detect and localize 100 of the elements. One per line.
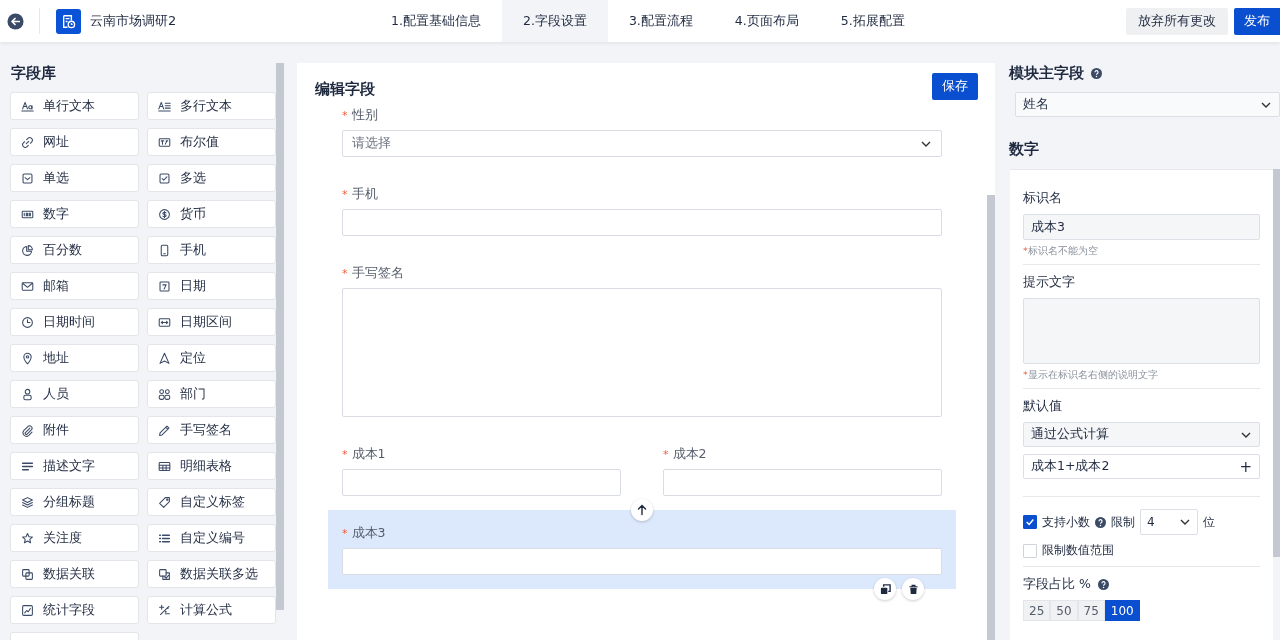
field-type-item[interactable]: 分组标题 [10,488,139,516]
linked-check-icon [158,567,171,581]
width-option[interactable]: 75 [1077,600,1105,621]
input-field[interactable] [342,469,621,496]
person-icon [21,387,34,401]
field-type-item[interactable]: 地址 [10,344,139,372]
group-icon [158,387,171,401]
field-label: 手写签名 [351,264,404,282]
field-type-item[interactable]: 手机 [147,236,276,264]
save-button[interactable]: 保存 [932,73,978,100]
field-type-item[interactable]: 日期区间 [147,308,276,336]
field-type-item[interactable]: 自定义标签 [147,488,276,516]
required-mark: * [663,447,669,461]
field-type-item[interactable]: 多选 [147,164,276,192]
input-field[interactable] [342,548,942,575]
field-label: 成本3 [351,524,386,542]
copy-button[interactable] [874,578,896,600]
app-title: 云南市场调研2 [90,12,177,30]
field-type-item[interactable]: 定位 [147,344,276,372]
pencil-icon [158,423,171,437]
add-icon[interactable]: + [1239,457,1252,476]
field-type-item[interactable]: 计算公式 [147,596,276,624]
toggle-box-icon [158,135,171,149]
field-type-item[interactable]: 布尔值 [147,128,276,156]
width-option[interactable]: 50 [1050,600,1078,621]
help-icon[interactable] [1097,579,1109,590]
step-tab[interactable]: 5.拓展配置 [819,0,926,42]
field-type-item[interactable]: 手写签名 [147,416,276,444]
field-type-item[interactable]: 单行文本 [10,92,139,120]
scrollbar[interactable] [1273,169,1280,557]
delete-button[interactable] [902,578,924,600]
scrollbar[interactable] [276,63,284,610]
check-icon [1025,517,1035,527]
field-type-item[interactable]: 描述文字 [10,452,139,480]
tip-text-area[interactable] [1023,298,1260,364]
input-field[interactable] [342,209,942,236]
arrow-up-icon [636,504,648,516]
formula-field[interactable]: 成本1+成本2 + [1023,454,1260,479]
width-option[interactable]: 25 [1023,600,1051,621]
text-icon [21,99,34,113]
discard-changes-button[interactable]: 放弃所有更改 [1126,7,1228,35]
field-label: 字段占比 % [1023,576,1091,593]
step-tab[interactable]: 2.字段设置 [501,0,608,42]
signature-area[interactable] [342,288,942,417]
location-pin-icon [21,351,34,365]
required-mark: * [342,447,348,461]
field-type-item[interactable]: 附件 [10,416,139,444]
publish-button[interactable]: 发布 [1234,7,1280,35]
field-type-item[interactable]: 关注度 [10,524,139,552]
field-type-item[interactable]: 邮箱 [10,272,139,300]
field-type-item[interactable]: 数据关联多选 [147,560,276,588]
step-tab[interactable]: 3.配置流程 [607,0,714,42]
field-type-item[interactable]: 人员 [10,380,139,408]
limit-label: 限制 [1111,513,1135,531]
field-label: 提示文字 [1023,274,1076,291]
decimal-places-select[interactable]: 4 [1140,509,1198,535]
field-type-item[interactable]: 单选 [10,164,139,192]
field-type-item[interactable]: 自定义编号 [147,524,276,552]
field-label: 成本1 [351,445,386,463]
field-library-title: 字段库 [11,64,57,83]
field-type-item[interactable]: 日期 [147,272,276,300]
unit-label: 位 [1203,513,1215,531]
input-field[interactable] [663,469,942,496]
field-type-item[interactable]: 数字 [10,200,139,228]
select-field[interactable]: 请选择 [342,130,942,157]
main-field-select[interactable]: 姓名 [1015,92,1280,117]
scrollbar[interactable] [987,195,995,640]
pie-chart-icon [21,243,34,257]
dollar-icon [158,207,171,221]
help-icon[interactable] [1095,516,1106,528]
field-type-item[interactable]: 多行文本 [147,92,276,120]
field-label: 默认值 [1023,398,1063,415]
checkbox-icon [158,171,171,185]
field-type-item[interactable]: 统计字段 [10,596,139,624]
hint-text: *显示在标识名右侧的说明文字 [1023,369,1159,382]
field-type-item[interactable]: 日期时间 [10,308,139,336]
default-mode-select[interactable]: 通过公式计算 [1023,422,1260,447]
main-field-title: 模块主字段 [1009,64,1084,83]
help-icon[interactable] [1091,68,1102,79]
field-type-item[interactable]: 数据关联 [10,560,139,588]
field-type-item[interactable]: 百分数 [10,236,139,264]
field-type-item[interactable]: 明细表格 [147,452,276,480]
required-mark: * [342,526,348,540]
field-type-item[interactable]: 网址 [10,128,139,156]
step-tab[interactable]: 1.配置基础信息 [370,0,502,42]
star-icon [21,531,34,545]
back-icon[interactable] [7,12,24,30]
field-type-item[interactable]: 部门 [147,380,276,408]
step-tab[interactable]: 4.页面布局 [713,0,820,42]
name-input[interactable]: 成本3 [1023,214,1260,240]
width-option[interactable]: 100 [1104,600,1140,621]
trash-icon [907,583,919,595]
field-type-item[interactable]: 货币 [147,200,276,228]
envelope-icon [21,279,34,293]
move-up-button[interactable] [631,499,653,521]
checkbox[interactable] [1023,515,1037,529]
date-range-icon [158,315,171,329]
navigation-icon [158,351,171,365]
required-mark: * [342,187,348,201]
hint-text: *标识名不能为空 [1023,245,1099,258]
